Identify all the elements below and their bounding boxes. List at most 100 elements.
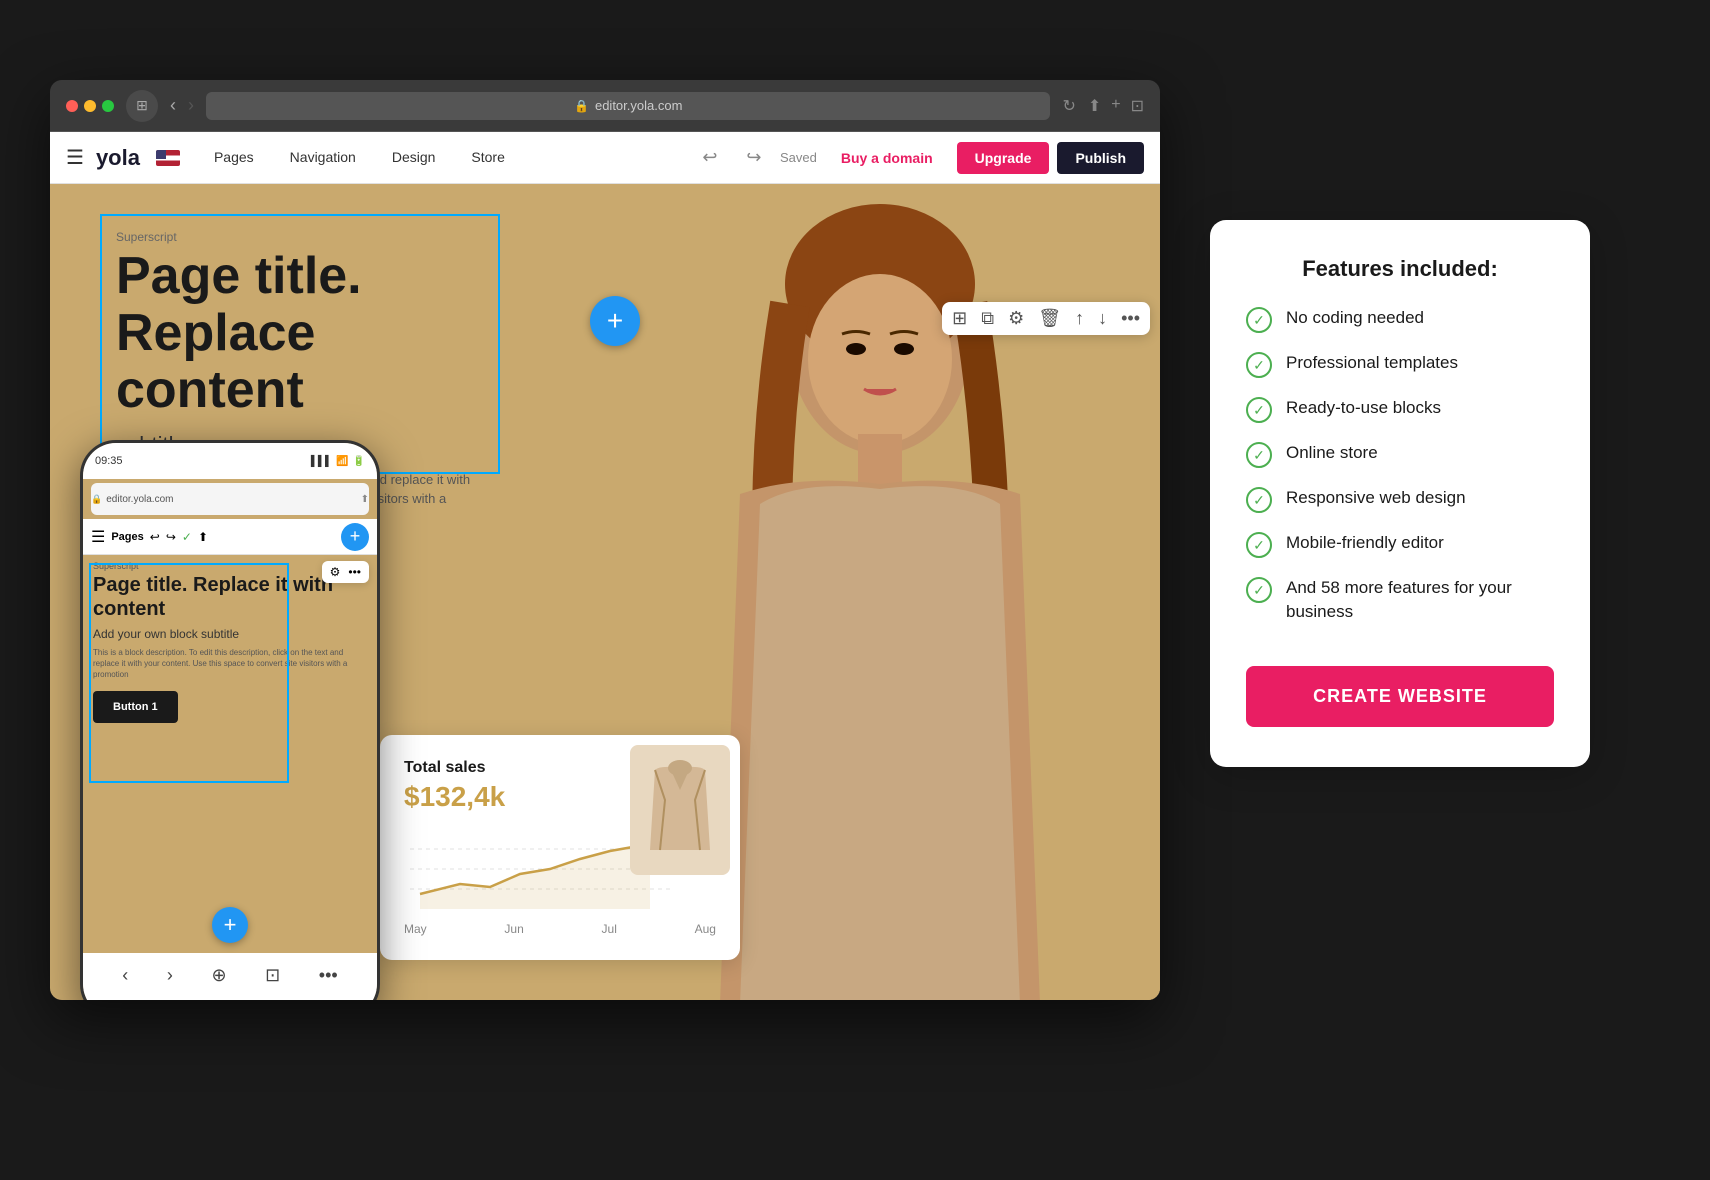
feature-item-6: ✓ Mobile-friendly editor [1246,531,1554,558]
phone-add-block-button[interactable]: + [212,907,248,943]
hero-title: Page title. Replace content [116,248,484,420]
check-icon-2: ✓ [1246,352,1272,378]
feature-item-4: ✓ Online store [1246,441,1554,468]
reload-icon[interactable]: ↻ [1062,96,1075,116]
buy-domain-button[interactable]: Buy a domain [825,142,949,174]
url-text: editor.yola.com [595,98,682,113]
feature-item-3: ✓ Ready-to-use blocks [1246,396,1554,423]
phone-check-icon[interactable]: ✓ [182,530,192,544]
browser-chrome: ⊞ ‹ › 🔒 editor.yola.com ↻ ⬆ + ⊡ [50,80,1160,132]
new-tab-icon[interactable]: + [1111,96,1120,116]
toolbar-actions: ↩ ↪ Saved Buy a domain Upgrade Publish [692,140,1144,176]
phone-address-bar[interactable]: 🔒 editor.yola.com ⬆ [91,483,369,515]
delete-icon[interactable]: 🗑 [1038,308,1061,329]
check-icon-1: ✓ [1246,307,1272,333]
check-icon-3: ✓ [1246,397,1272,423]
phone-pages-label: Pages [111,531,143,543]
hero-superscript: Superscript [116,230,484,244]
editor-area: ⊞ ⧉ ⚙ 🗑 ↑ ↓ ••• + [50,184,1160,1000]
phone-undo-icon[interactable]: ↩ [150,530,160,544]
phone-mini-toolbar: ⚙ ••• [322,561,369,583]
forward-icon[interactable]: › [188,95,194,116]
traffic-lights [66,100,114,112]
sales-months: May Jun Jul Aug [404,922,716,936]
hero-content-wrapper: Superscript Page title. Replace content … [100,214,500,474]
feature-text-1: No coding needed [1286,306,1424,330]
add-block-button[interactable]: + [590,296,640,346]
floating-toolbar: ⊞ ⧉ ⚙ 🗑 ↑ ↓ ••• [942,302,1150,335]
undo-button[interactable]: ↩ [692,140,728,176]
phone-mockup: 09:35 ▌▌▌ 📶 🔋 🔒 editor.yola.com ⬆ ☰ [80,440,380,1000]
yola-toolbar: ☰ yola Pages Navigation Design Store ↩ ↪… [50,132,1160,184]
address-bar[interactable]: 🔒 editor.yola.com [206,92,1050,120]
phone-toolbar-mini: ☰ Pages ↩ ↪ ✓ ⬆ + [83,519,377,555]
toolbar-nav: Pages Navigation Design Store [196,132,692,184]
close-button[interactable] [66,100,78,112]
yola-logo: yola [96,145,140,171]
feature-item-2: ✓ Professional templates [1246,351,1554,378]
phone-back-icon[interactable]: ‹ [122,965,128,986]
phone-battery-icon: 🔋 [353,456,365,467]
phone-selection-box [89,563,289,783]
check-icon-6: ✓ [1246,532,1272,558]
nav-design[interactable]: Design [374,132,454,184]
jacket-image [630,745,730,875]
phone-wifi-icon: 📶 [336,456,348,467]
browser-window: ⊞ ‹ › 🔒 editor.yola.com ↻ ⬆ + ⊡ ☰ yola P… [50,80,1160,1000]
nav-pages[interactable]: Pages [196,132,272,184]
publish-button[interactable]: Publish [1057,142,1144,174]
phone-bottom-bar: ‹ › ⊕ ⊡ ••• [83,953,377,997]
settings-icon[interactable]: ⚙ [1008,308,1024,329]
share-icon[interactable]: ⬆ [1088,96,1101,116]
phone-menu-nav-icon[interactable]: ••• [319,965,338,986]
upgrade-button[interactable]: Upgrade [957,142,1050,174]
phone-signal-icon: ▌▌▌ [311,456,332,467]
check-icon-5: ✓ [1246,487,1272,513]
tabs-icon[interactable]: ⊡ [1131,96,1144,116]
duplicate-icon[interactable]: ⧉ [981,308,994,329]
feature-text-7: And 58 more features for your business [1286,576,1554,624]
fullscreen-button[interactable] [102,100,114,112]
image-icon[interactable]: ⊞ [952,308,967,329]
feature-item-7: ✓ And 58 more features for your business [1246,576,1554,624]
menu-icon[interactable]: ☰ [66,145,84,170]
feature-text-2: Professional templates [1286,351,1458,375]
phone-tabs-icon[interactable]: ⊡ [265,965,280,986]
phone-more-icon[interactable]: ••• [348,565,361,579]
phone-redo-icon[interactable]: ↪ [166,530,176,544]
move-down-icon[interactable]: ↓ [1098,308,1107,329]
feature-item-5: ✓ Responsive web design [1246,486,1554,513]
browser-actions: ⬆ + ⊡ [1088,96,1144,116]
phone-home-indicator [83,997,377,1000]
phone-add-button[interactable]: + [341,523,369,551]
features-panel: Features included: ✓ No coding needed ✓ … [1210,220,1590,767]
saved-status: Saved [780,150,817,165]
check-icon-7: ✓ [1246,577,1272,603]
feature-text-6: Mobile-friendly editor [1286,531,1444,555]
phone-time: 09:35 [95,455,123,467]
feature-item-1: ✓ No coding needed [1246,306,1554,333]
redo-button[interactable]: ↪ [736,140,772,176]
phone-status-bar: 09:35 ▌▌▌ 📶 🔋 [83,443,377,479]
create-website-button[interactable]: CREATE WEBSITE [1246,666,1554,727]
minimize-button[interactable] [84,100,96,112]
phone-url: editor.yola.com [106,494,173,505]
features-title: Features included: [1246,256,1554,282]
phone-forward-icon[interactable]: › [167,965,173,986]
phone-screen: 09:35 ▌▌▌ 📶 🔋 🔒 editor.yola.com ⬆ ☰ [83,443,377,1000]
back-icon[interactable]: ‹ [170,95,176,116]
feature-text-4: Online store [1286,441,1378,465]
check-icon-4: ✓ [1246,442,1272,468]
move-up-icon[interactable]: ↑ [1075,308,1084,329]
language-flag[interactable] [156,150,180,166]
phone-menu-icon[interactable]: ☰ [91,527,105,547]
more-icon[interactable]: ••• [1121,308,1140,329]
feature-text-3: Ready-to-use blocks [1286,396,1441,420]
nav-store[interactable]: Store [453,132,522,184]
phone-settings-icon[interactable]: ⚙ [330,565,341,579]
phone-share-icon[interactable]: ⬆ [198,530,208,544]
sales-card: Total sales $132,4k May Jun Jul Aug [380,735,740,960]
phone-content: ⚙ ••• Superscript Page title. Replace it… [83,555,377,953]
nav-navigation[interactable]: Navigation [272,132,374,184]
phone-add-nav-icon[interactable]: ⊕ [211,965,226,986]
